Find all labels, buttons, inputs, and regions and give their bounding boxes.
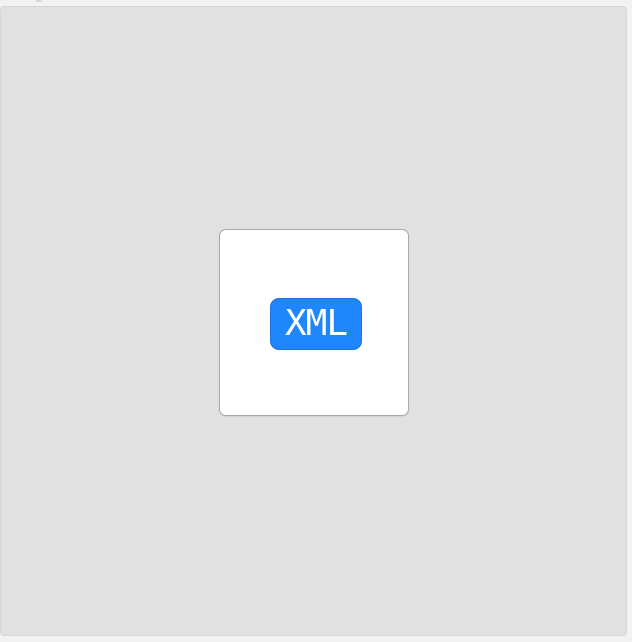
xml-file-icon[interactable]: XML [219,229,409,416]
window-corner-mark [36,0,42,2]
file-type-badge: XML [270,298,362,350]
